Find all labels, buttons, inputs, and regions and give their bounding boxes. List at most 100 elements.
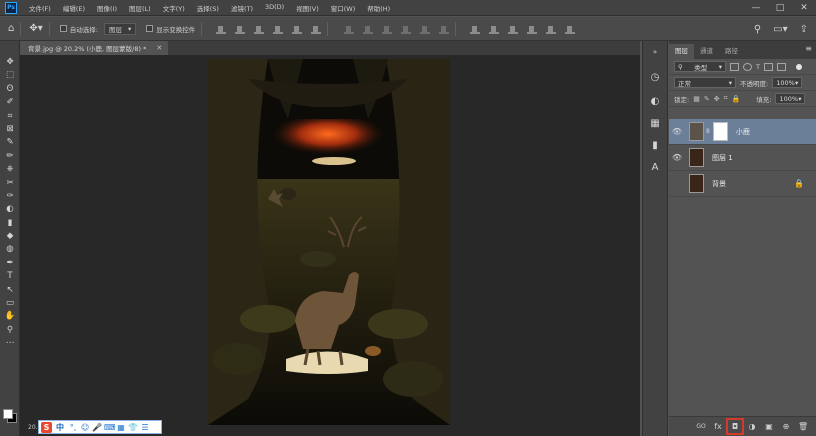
document-artwork[interactable] bbox=[208, 59, 450, 425]
rectangle-tool-icon[interactable]: ▭ bbox=[3, 298, 17, 308]
menu-3d[interactable]: 3D(D) bbox=[259, 3, 290, 13]
lock-artboard-icon[interactable]: ⌗ bbox=[724, 94, 728, 103]
layer-kind-filter[interactable]: ⚲ 类型 ▾ bbox=[674, 61, 726, 72]
microphone-icon[interactable]: 🎤 bbox=[92, 423, 102, 432]
search-icon[interactable]: ⚲ bbox=[754, 24, 761, 35]
maximize-button[interactable]: □ bbox=[768, 3, 792, 13]
opacity-field[interactable]: 100% ▾ bbox=[772, 77, 803, 88]
align-top-icon[interactable] bbox=[216, 24, 227, 34]
lock-all-icon[interactable]: 🔒 bbox=[732, 95, 741, 103]
dodge-tool-icon[interactable]: ◆ bbox=[3, 231, 17, 241]
filter-toggle-icon[interactable] bbox=[795, 63, 802, 70]
align-vcenter-icon[interactable] bbox=[235, 24, 246, 34]
align-spacing-icon[interactable] bbox=[489, 24, 500, 34]
color-panel-icon[interactable]: ▦ bbox=[648, 117, 662, 131]
home-icon[interactable]: ⌂ bbox=[8, 23, 14, 34]
brush-tool-icon[interactable]: ✏ bbox=[3, 151, 17, 161]
properties-panel-icon[interactable]: ▮ bbox=[648, 139, 662, 153]
distribute-vcenter-icon[interactable] bbox=[363, 24, 374, 34]
character-panel-icon[interactable]: A bbox=[648, 161, 662, 175]
align-left-icon[interactable] bbox=[273, 24, 284, 34]
add-layer-mask-icon[interactable]: ◘ bbox=[726, 418, 744, 435]
menu-select[interactable]: 选择(S) bbox=[191, 3, 225, 13]
toolbox-icon[interactable]: ▦ bbox=[116, 423, 126, 432]
eyedropper-tool-icon[interactable]: ✎ bbox=[3, 137, 17, 147]
stamp-tool-icon[interactable]: ⎈ bbox=[3, 164, 17, 174]
path-select-tool-icon[interactable]: ↖ bbox=[3, 285, 17, 295]
link-chain-icon[interactable]: 8 bbox=[706, 128, 710, 135]
lasso-tool-icon[interactable]: ʘ bbox=[3, 84, 17, 94]
marquee-tool-icon[interactable]: ⬚ bbox=[3, 70, 17, 80]
share-icon[interactable]: ⇪ bbox=[800, 24, 808, 35]
align-spacing-icon[interactable] bbox=[546, 24, 557, 34]
menu-file[interactable]: 文件(F) bbox=[23, 3, 57, 13]
distribute-bottom-icon[interactable] bbox=[382, 24, 393, 34]
sogou-logo-icon[interactable]: S bbox=[41, 421, 52, 433]
panel-menu-icon[interactable]: ≡ bbox=[805, 44, 812, 53]
layer-mask-thumbnail[interactable] bbox=[712, 122, 728, 141]
lock-transparent-icon[interactable]: ▦ bbox=[693, 95, 700, 103]
document-tab[interactable]: 背景.jpg @ 20.2% (小鹿, 图层蒙版/8) * ✕ bbox=[20, 41, 169, 55]
eye-icon[interactable]: 👁 bbox=[669, 153, 685, 162]
menu-edit[interactable]: 编辑(E) bbox=[57, 3, 91, 13]
distribute-right-icon[interactable] bbox=[439, 24, 450, 34]
adjustment-filter-icon[interactable] bbox=[743, 62, 752, 71]
punctuation-icon[interactable]: °, bbox=[68, 423, 78, 432]
align-spacing-icon[interactable] bbox=[470, 24, 481, 34]
menu-window[interactable]: 窗口(W) bbox=[325, 3, 362, 13]
lock-icon[interactable]: 🔒 bbox=[794, 179, 804, 188]
layer-row-background[interactable]: 👁 背景 🔒 bbox=[669, 171, 816, 197]
auto-select-checkbox[interactable]: 自动选择: bbox=[59, 24, 98, 34]
tab-channels[interactable]: 通道 bbox=[694, 44, 719, 59]
menu-filter[interactable]: 滤镜(T) bbox=[225, 3, 259, 13]
smart-object-filter-icon[interactable] bbox=[776, 62, 786, 71]
collapse-panels-icon[interactable]: » bbox=[648, 45, 662, 59]
eraser-tool-icon[interactable]: ✑ bbox=[3, 191, 17, 201]
tab-layers[interactable]: 图层 bbox=[669, 44, 694, 59]
lock-image-icon[interactable]: ✎ bbox=[704, 95, 710, 103]
keyboard-icon[interactable]: ⌨ bbox=[104, 423, 116, 432]
ime-language-toggle[interactable]: 中 bbox=[56, 422, 64, 433]
new-layer-icon[interactable]: ⊕ bbox=[781, 422, 791, 431]
move-tool-icon[interactable]: ✥ bbox=[3, 57, 17, 67]
history-brush-tool-icon[interactable]: ✂ bbox=[3, 178, 17, 188]
quick-select-tool-icon[interactable]: ✐ bbox=[3, 97, 17, 107]
layer-name[interactable]: 图层 1 bbox=[712, 153, 733, 163]
eye-icon[interactable]: 👁 bbox=[669, 127, 685, 136]
auto-select-target-dropdown[interactable]: 图层 ▾ bbox=[103, 22, 137, 35]
layer-row-layer1[interactable]: 👁 图层 1 bbox=[669, 145, 816, 171]
distribute-hcenter-icon[interactable] bbox=[420, 24, 431, 34]
align-right-icon[interactable] bbox=[311, 24, 322, 34]
align-hcenter-icon[interactable] bbox=[292, 24, 303, 34]
blur-tool-icon[interactable]: ▮ bbox=[3, 218, 17, 228]
canvas-area[interactable] bbox=[20, 55, 640, 436]
fill-field[interactable]: 100% ▾ bbox=[775, 93, 806, 104]
distribute-top-icon[interactable] bbox=[344, 24, 355, 34]
gradient-tool-icon[interactable]: ◐ bbox=[3, 204, 17, 214]
blend-mode-dropdown[interactable]: 正常 ▾ bbox=[674, 77, 736, 88]
pixel-filter-icon[interactable] bbox=[730, 62, 739, 71]
sponge-tool-icon[interactable]: ◍ bbox=[3, 244, 17, 254]
adjustment-layer-icon[interactable]: ◑ bbox=[747, 422, 757, 431]
new-group-icon[interactable]: ▣ bbox=[764, 422, 774, 431]
close-tab-icon[interactable]: ✕ bbox=[156, 44, 162, 52]
adjustments-panel-icon[interactable]: ◐ bbox=[648, 95, 662, 109]
align-spacing-icon[interactable] bbox=[508, 24, 519, 34]
distribute-left-icon[interactable] bbox=[401, 24, 412, 34]
minimize-button[interactable]: — bbox=[744, 3, 768, 13]
history-panel-icon[interactable]: ◷ bbox=[648, 71, 662, 85]
menu-type[interactable]: 文字(Y) bbox=[157, 3, 191, 13]
menu-image[interactable]: 图像(I) bbox=[91, 3, 123, 13]
align-spacing-icon[interactable] bbox=[527, 24, 538, 34]
layer-row-deer[interactable]: 👁 8 小鹿 bbox=[669, 119, 816, 145]
workspace-icon[interactable]: ▭▾ bbox=[773, 24, 787, 35]
align-bottom-icon[interactable] bbox=[254, 24, 265, 34]
close-window-button[interactable]: ✕ bbox=[792, 3, 816, 13]
menu-layer[interactable]: 图层(L) bbox=[123, 3, 157, 13]
skin-icon[interactable]: 👕 bbox=[128, 423, 138, 432]
tab-paths[interactable]: 路径 bbox=[719, 44, 744, 59]
menu-help[interactable]: 帮助(H) bbox=[361, 3, 396, 13]
more-tools-icon[interactable]: ⋯ bbox=[3, 338, 17, 348]
foreground-color-swatch[interactable] bbox=[3, 409, 13, 419]
hand-tool-icon[interactable]: ✋ bbox=[3, 311, 17, 321]
